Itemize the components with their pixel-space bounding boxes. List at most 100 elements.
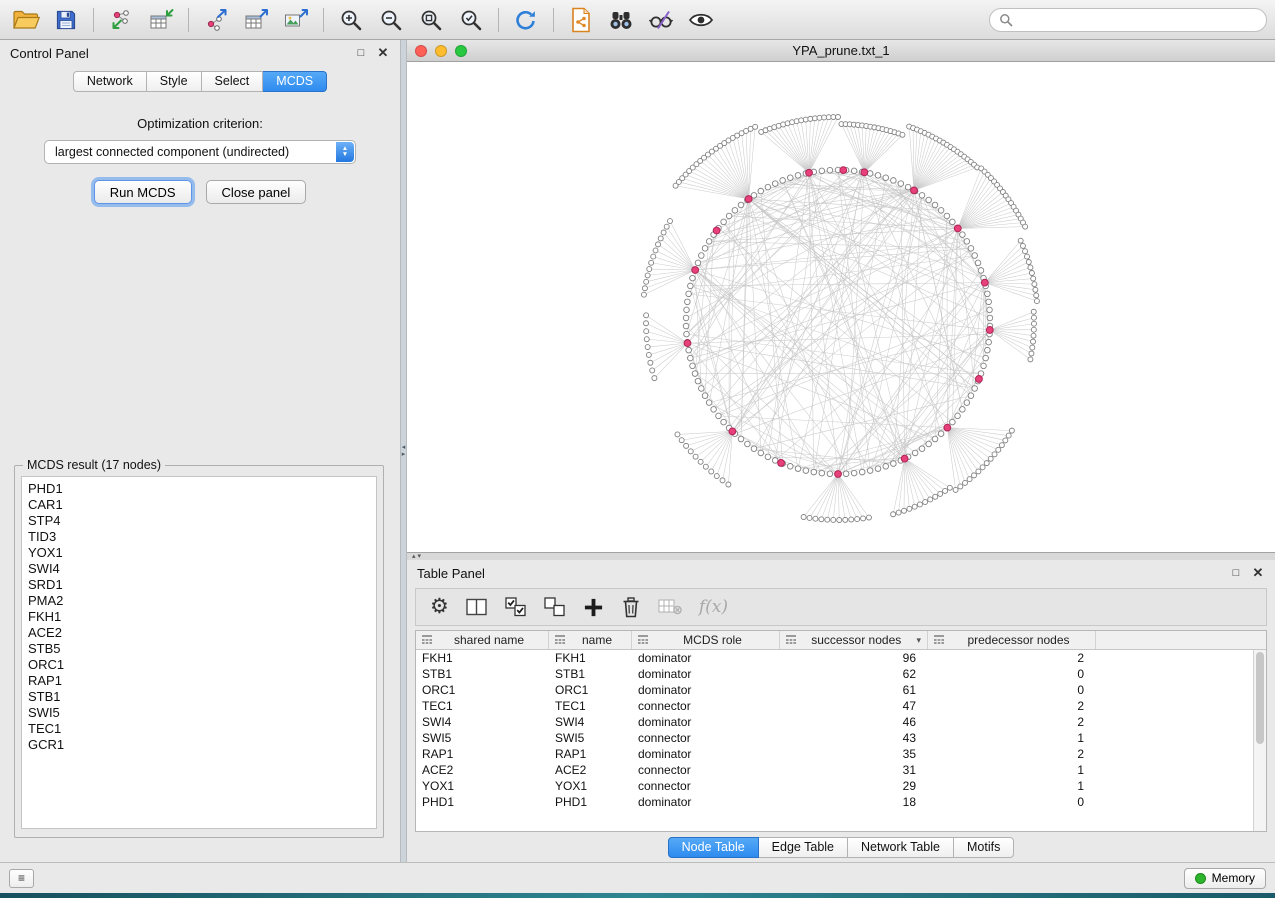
- float-table-panel-icon[interactable]: □: [1229, 566, 1243, 580]
- table-row[interactable]: FKH1FKH1dominator962: [416, 650, 1266, 666]
- close-window-icon[interactable]: [415, 45, 427, 57]
- open-folder-icon[interactable]: [8, 4, 44, 36]
- show-columns-icon[interactable]: [466, 598, 488, 616]
- mcds-result-item[interactable]: STP4: [28, 513, 370, 529]
- table-settings-gear-icon[interactable]: ⚙: [430, 596, 449, 618]
- delete-column-trash-icon[interactable]: [621, 596, 641, 618]
- dominator-node[interactable]: [981, 279, 988, 286]
- dominator-node[interactable]: [835, 471, 842, 478]
- tab-style[interactable]: Style: [147, 71, 202, 92]
- tab-network[interactable]: Network: [73, 71, 147, 92]
- table-row[interactable]: ACE2ACE2connector311: [416, 762, 1266, 778]
- zoom-in-icon[interactable]: [333, 4, 369, 36]
- table-row[interactable]: SWI5SWI5connector431: [416, 730, 1266, 746]
- tab-select[interactable]: Select: [202, 71, 264, 92]
- mcds-result-item[interactable]: CAR1: [28, 497, 370, 513]
- zoom-selected-icon[interactable]: [453, 4, 489, 36]
- scrollbar-thumb[interactable]: [1256, 652, 1264, 744]
- mcds-result-item[interactable]: ACE2: [28, 625, 370, 641]
- network-window-titlebar[interactable]: YPA_prune.txt_1: [407, 40, 1275, 62]
- tab-edge-table[interactable]: Edge Table: [759, 837, 848, 858]
- column-header-name[interactable]: name: [549, 631, 632, 649]
- tab-mcds[interactable]: MCDS: [263, 71, 327, 92]
- panel-menu-icon[interactable]: ≡: [9, 869, 34, 888]
- dominator-node[interactable]: [911, 187, 918, 194]
- dominator-node[interactable]: [944, 424, 951, 431]
- refresh-icon[interactable]: [508, 4, 544, 36]
- save-icon[interactable]: [48, 4, 84, 36]
- mcds-result-item[interactable]: PHD1: [28, 481, 370, 497]
- table-row[interactable]: PHD1PHD1dominator180: [416, 794, 1266, 810]
- mcds-result-item[interactable]: STB1: [28, 689, 370, 705]
- close-panel-icon[interactable]: ✕: [376, 46, 390, 60]
- mcds-result-item[interactable]: RAP1: [28, 673, 370, 689]
- mcds-result-item[interactable]: SWI5: [28, 705, 370, 721]
- float-panel-icon[interactable]: □: [354, 46, 368, 60]
- first-neighbors-binoculars-icon[interactable]: [603, 4, 639, 36]
- dominator-node[interactable]: [976, 376, 983, 383]
- mcds-result-item[interactable]: TID3: [28, 529, 370, 545]
- zoom-fit-icon[interactable]: [413, 4, 449, 36]
- memory-button[interactable]: Memory: [1184, 868, 1266, 889]
- mcds-result-item[interactable]: TEC1: [28, 721, 370, 737]
- dominator-node[interactable]: [901, 455, 908, 462]
- run-mcds-button[interactable]: Run MCDS: [94, 180, 192, 204]
- tab-network-table[interactable]: Network Table: [848, 837, 954, 858]
- dominator-node[interactable]: [713, 227, 720, 234]
- import-table-icon[interactable]: [143, 4, 179, 36]
- dominator-node[interactable]: [729, 428, 736, 435]
- import-network-icon[interactable]: [103, 4, 139, 36]
- table-row[interactable]: SWI4SWI4dominator462: [416, 714, 1266, 730]
- table-row[interactable]: TEC1TEC1connector472: [416, 698, 1266, 714]
- dominator-node[interactable]: [861, 169, 868, 176]
- dominator-node[interactable]: [778, 460, 785, 467]
- mcds-result-item[interactable]: ORC1: [28, 657, 370, 673]
- horizontal-splitter[interactable]: ▴▾: [407, 552, 1275, 560]
- close-table-panel-icon[interactable]: ✕: [1251, 566, 1265, 580]
- mcds-result-item[interactable]: GCR1: [28, 737, 370, 753]
- export-table-icon[interactable]: [238, 4, 274, 36]
- close-panel-button[interactable]: Close panel: [206, 180, 307, 204]
- tab-node-table[interactable]: Node Table: [668, 837, 759, 858]
- mcds-result-item[interactable]: YOX1: [28, 545, 370, 561]
- minimize-window-icon[interactable]: [435, 45, 447, 57]
- deselect-all-icon[interactable]: [544, 597, 566, 617]
- network-canvas[interactable]: [407, 62, 1275, 552]
- column-header-successor-nodes[interactable]: successor nodes▾: [780, 631, 928, 649]
- tab-motifs[interactable]: Motifs: [954, 837, 1014, 858]
- zoom-out-icon[interactable]: [373, 4, 409, 36]
- column-header-MCDS-role[interactable]: MCDS role: [632, 631, 780, 649]
- glasses-icon[interactable]: [643, 4, 679, 36]
- mcds-result-list[interactable]: PHD1CAR1STP4TID3YOX1SWI4SRD1PMA2FKH1ACE2…: [21, 476, 377, 829]
- search-box[interactable]: [989, 8, 1267, 32]
- vertical-splitter[interactable]: ◂▸: [400, 40, 407, 862]
- dominator-node[interactable]: [684, 340, 691, 347]
- mcds-result-item[interactable]: STB5: [28, 641, 370, 657]
- export-network-icon[interactable]: [198, 4, 234, 36]
- mcds-result-item[interactable]: SWI4: [28, 561, 370, 577]
- table-row[interactable]: RAP1RAP1dominator352: [416, 746, 1266, 762]
- search-input[interactable]: [1019, 13, 1257, 27]
- dominator-node[interactable]: [954, 225, 961, 232]
- column-header-shared-name[interactable]: shared name: [416, 631, 549, 649]
- table-row[interactable]: ORC1ORC1dominator610: [416, 682, 1266, 698]
- table-row[interactable]: YOX1YOX1connector291: [416, 778, 1266, 794]
- select-all-icon[interactable]: [505, 597, 527, 617]
- criterion-dropdown[interactable]: largest connected component (undirected)…: [44, 140, 356, 164]
- share-document-icon[interactable]: [563, 4, 599, 36]
- dominator-node[interactable]: [745, 196, 752, 203]
- table-scrollbar[interactable]: [1253, 650, 1266, 831]
- dominator-node[interactable]: [692, 267, 699, 274]
- mcds-result-item[interactable]: SRD1: [28, 577, 370, 593]
- export-image-icon[interactable]: [278, 4, 314, 36]
- dominator-node[interactable]: [986, 327, 993, 334]
- column-header-predecessor-nodes[interactable]: predecessor nodes: [928, 631, 1096, 649]
- maximize-window-icon[interactable]: [455, 45, 467, 57]
- mcds-result-item[interactable]: PMA2: [28, 593, 370, 609]
- mcds-result-item[interactable]: FKH1: [28, 609, 370, 625]
- dominator-node[interactable]: [806, 169, 813, 176]
- add-column-icon[interactable]: [583, 597, 604, 618]
- dominator-node[interactable]: [840, 167, 847, 174]
- table-row[interactable]: STB1STB1dominator620: [416, 666, 1266, 682]
- eye-icon[interactable]: [683, 4, 719, 36]
